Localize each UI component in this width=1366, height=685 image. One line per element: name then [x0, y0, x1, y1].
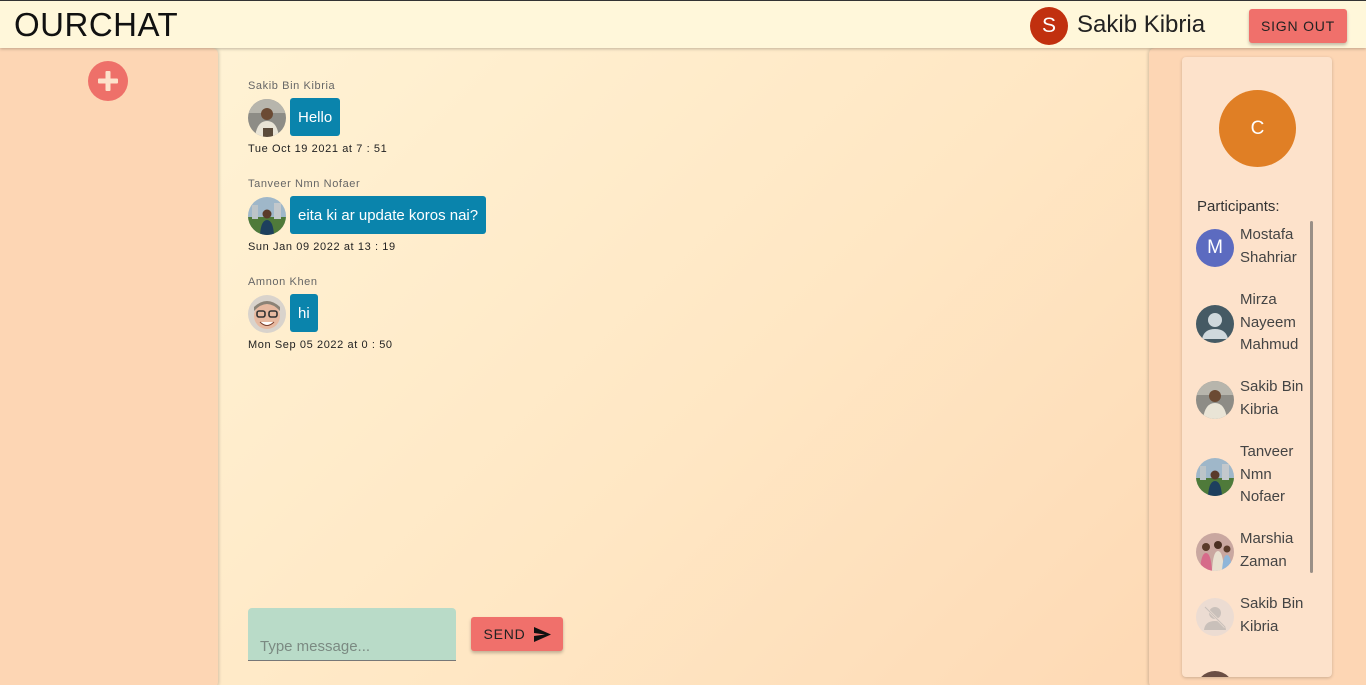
message-item: Amnon Khen hi Mon Sep 05 2022 at 0 : 50 [248, 276, 748, 351]
user-avatar[interactable]: S [1030, 7, 1068, 45]
message-bubble: Hello [290, 98, 341, 136]
plus-icon [98, 71, 118, 91]
sign-out-button[interactable]: SIGN OUT [1249, 9, 1347, 43]
participant-avatar [1196, 671, 1234, 677]
app-brand: OURCHAT [14, 6, 179, 43]
message-timestamp: Sun Jan 09 2022 at 13 : 19 [248, 241, 396, 253]
participant-avatar [1196, 598, 1234, 636]
participant-name: Mirza Nayeem Mahmud [1240, 291, 1299, 353]
participant-name: Marshia Zaman [1240, 530, 1294, 570]
message-item: Sakib Bin Kibria Hello Tue Oct 19 2021 a… [248, 80, 748, 155]
message-item: Tanveer Nmn Nofaer eita ki ar update kor… [248, 178, 748, 253]
participants-heading: Participants: [1197, 198, 1280, 215]
sender-avatar [248, 99, 286, 137]
participant-avatar [1196, 381, 1234, 419]
send-button-label: SEND [483, 626, 526, 642]
user-name: Sakib Kibria [1077, 11, 1206, 38]
sender-avatar [248, 295, 286, 333]
room-card: C Participants: M Mostafa Shahriar Mirza… [1182, 57, 1332, 677]
message-timestamp: Tue Oct 19 2021 at 7 : 51 [248, 143, 388, 155]
participant-avatar [1196, 458, 1234, 496]
rooms-sidebar [0, 48, 218, 685]
participant-avatar [1196, 533, 1234, 571]
message-bubble: hi [290, 294, 318, 332]
send-icon [533, 626, 551, 642]
send-button[interactable]: SEND [471, 617, 563, 651]
participant-avatar [1196, 305, 1234, 343]
message-sender: Amnon Khen [248, 276, 318, 288]
message-sender: Sakib Bin Kibria [248, 80, 336, 92]
message-bubble: eita ki ar update koros nai? [290, 196, 487, 234]
room-avatar: C [1219, 90, 1296, 167]
top-bar: OURCHAT S Sakib Kibria SIGN OUT [0, 0, 1366, 48]
message-sender: Tanveer Nmn Nofaer [248, 178, 361, 190]
participant-avatar: M [1196, 229, 1234, 267]
person-icon [1202, 313, 1228, 339]
participant-name: Tanveer Nmn Nofaer [1240, 443, 1294, 505]
participant-name: Sakib Bin Kibria [1240, 595, 1304, 635]
message-timestamp: Mon Sep 05 2022 at 0 : 50 [248, 339, 393, 351]
room-info-panel: C Participants: M Mostafa Shahriar Mirza… [1149, 48, 1366, 685]
sender-avatar [248, 197, 286, 235]
message-input[interactable] [248, 608, 456, 661]
no-person-icon [1204, 606, 1226, 630]
add-room-button[interactable] [88, 61, 128, 101]
participant-name: Sakib Bin Kibria [1240, 378, 1304, 418]
participant-name: Mostafa Shahriar [1240, 226, 1297, 266]
participants-list: M Mostafa Shahriar Mirza Nayeem Mahmud S… [1182, 220, 1332, 677]
